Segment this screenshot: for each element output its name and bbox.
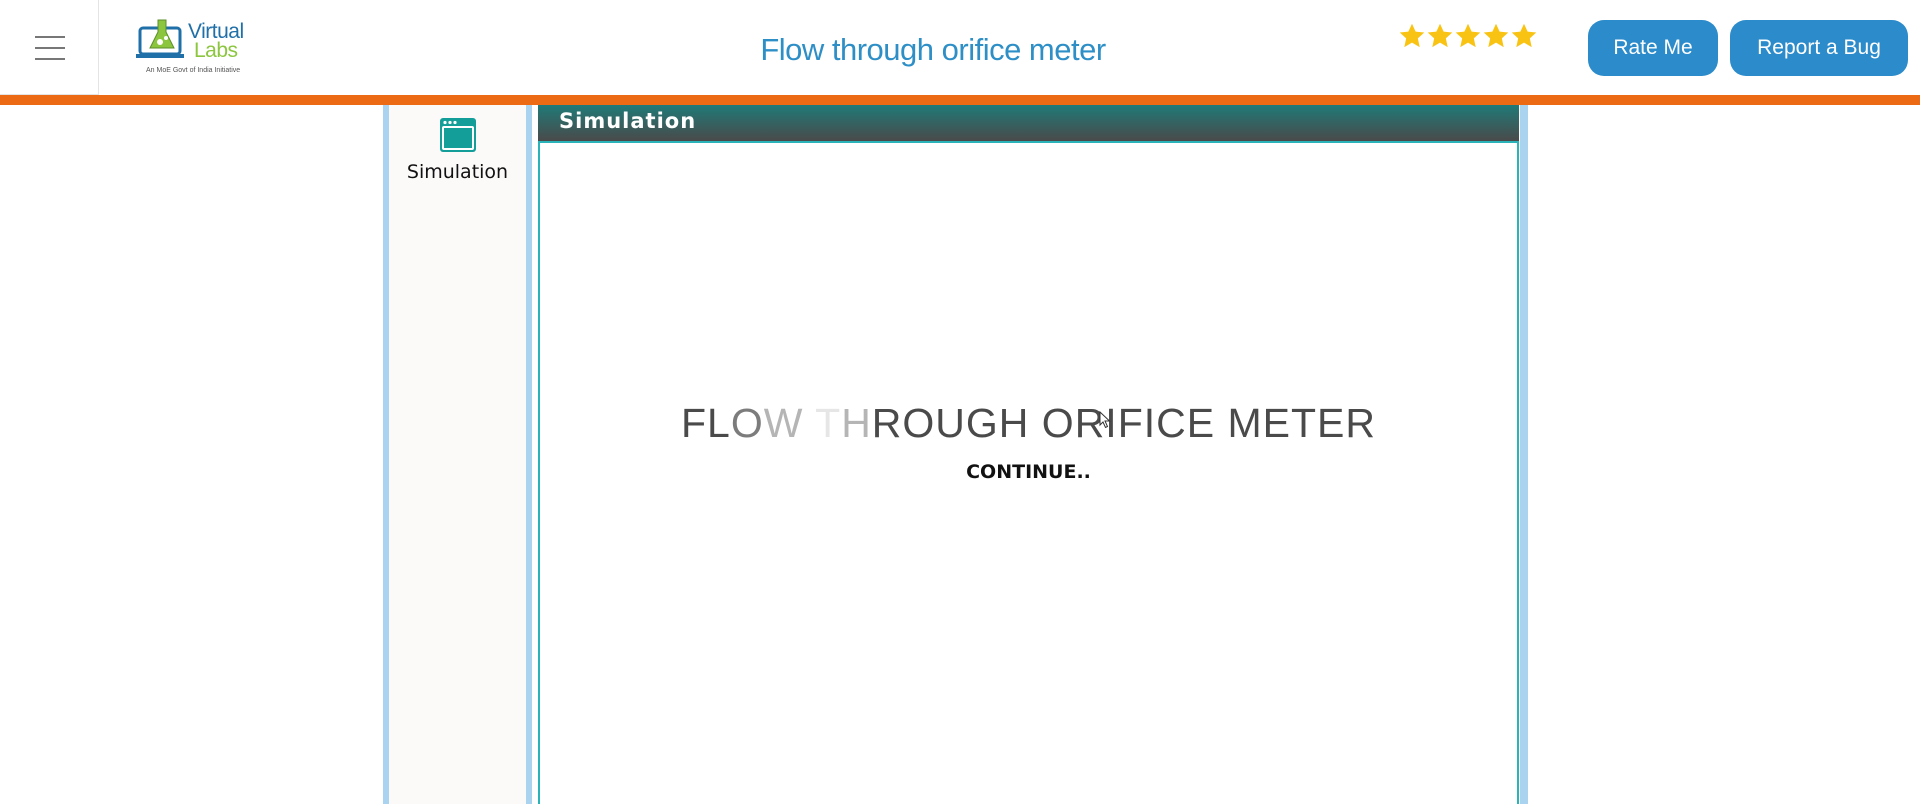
virtual-labs-logo[interactable]: Virtual Labs An MoE Govt of India Initia… <box>136 14 248 78</box>
menu-line-icon <box>35 47 65 49</box>
hamburger-menu-button[interactable] <box>0 0 99 95</box>
report-bug-button[interactable]: Report a Bug <box>1730 20 1908 76</box>
title-segment: T <box>815 400 842 446</box>
simulation-title: FLOW THROUGH ORIFICE METER <box>538 400 1519 447</box>
logo-tagline: An MoE Govt of India Initiative <box>146 67 241 74</box>
page-title: Flow through orifice meter <box>760 32 1106 67</box>
continue-button[interactable]: CONTINUE.. <box>538 461 1519 483</box>
title-segment: W <box>763 400 816 446</box>
flask-monitor-icon <box>136 19 184 58</box>
top-navbar: Virtual Labs An MoE Govt of India Initia… <box>0 0 1920 95</box>
title-segment: ROUGH ORIFICE METER <box>871 400 1376 446</box>
star-icon[interactable] <box>1482 22 1510 50</box>
panel-header: Simulation <box>538 105 1519 141</box>
title-segment: FL <box>681 400 731 446</box>
star-icon[interactable] <box>1454 22 1482 50</box>
browser-window-icon <box>439 118 476 152</box>
star-icon[interactable] <box>1398 22 1426 50</box>
mouse-cursor-icon <box>1099 411 1111 429</box>
right-frame-border <box>1520 105 1528 804</box>
rating-stars[interactable] <box>1398 22 1538 62</box>
rate-me-button[interactable]: Rate Me <box>1588 20 1718 76</box>
sidebar-item-label: Simulation <box>406 161 509 183</box>
title-segment: H <box>841 400 872 446</box>
sidebar-item-simulation[interactable]: Simulation <box>389 113 526 183</box>
star-icon[interactable] <box>1510 22 1538 50</box>
sidebar-divider <box>526 105 532 804</box>
menu-line-icon <box>35 36 65 38</box>
title-segment: O <box>730 400 764 446</box>
panel-header-title: Simulation <box>559 109 697 133</box>
menu-line-icon <box>35 58 65 60</box>
logo-text-labs: Labs <box>194 39 238 62</box>
header-divider <box>0 95 1920 105</box>
star-icon[interactable] <box>1426 22 1454 50</box>
sidebar <box>389 105 526 804</box>
